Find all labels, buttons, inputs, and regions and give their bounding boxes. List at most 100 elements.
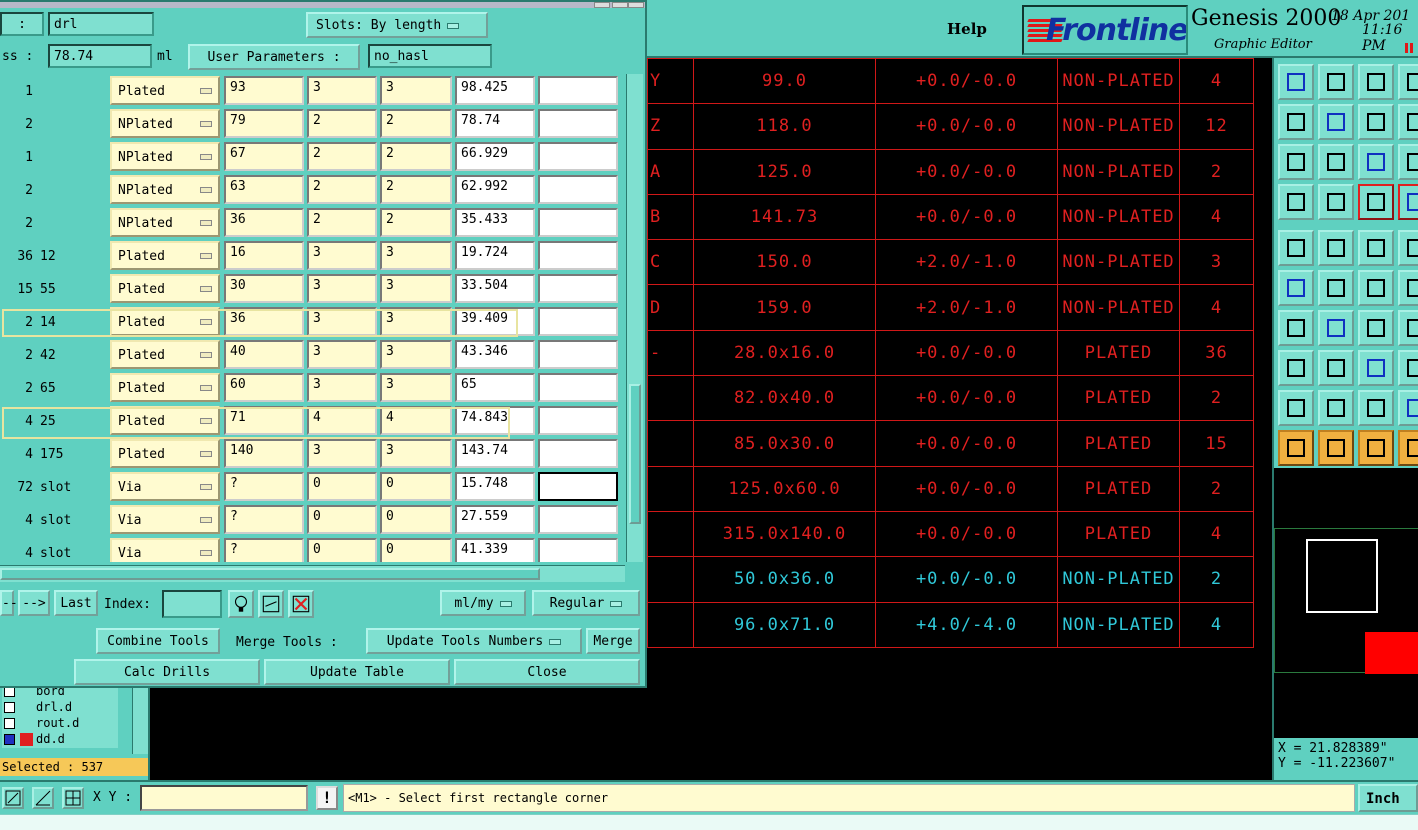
dialog-titlebar[interactable] bbox=[0, 2, 645, 8]
user-parameters-field[interactable]: no_hasl bbox=[368, 44, 492, 68]
rotate-icon[interactable] bbox=[1358, 104, 1394, 140]
tool-tol-minus-field[interactable]: 4 bbox=[380, 406, 452, 435]
tool-tol-plus-field[interactable]: 3 bbox=[307, 340, 377, 369]
swap-icon[interactable] bbox=[258, 590, 284, 618]
one-to-one-icon[interactable] bbox=[1358, 144, 1394, 180]
move-left-icon[interactable] bbox=[1278, 104, 1314, 140]
tool-drill-size-field[interactable]: 19.724 bbox=[455, 241, 535, 270]
xy-input[interactable] bbox=[140, 785, 308, 811]
tool-drill-size-field[interactable]: 74.843 bbox=[455, 406, 535, 435]
tool-type-dropdown[interactable]: Via bbox=[110, 472, 220, 501]
layer-down-icon[interactable] bbox=[1318, 64, 1354, 100]
tool-tol-minus-field[interactable]: 2 bbox=[380, 208, 452, 237]
tool-drill-size-field[interactable]: 98.425 bbox=[455, 76, 535, 105]
more-icon[interactable] bbox=[1398, 390, 1418, 426]
pointer-circle-icon[interactable] bbox=[1358, 430, 1394, 466]
scroll-thumb[interactable] bbox=[629, 384, 641, 524]
tool-tol-plus-field[interactable]: 2 bbox=[307, 109, 377, 138]
table-horizontal-scrollbar[interactable] bbox=[0, 565, 625, 582]
tool-tol-plus-field[interactable]: 3 bbox=[307, 439, 377, 468]
tool-type-dropdown[interactable]: Via bbox=[110, 505, 220, 534]
layer-checkbox[interactable] bbox=[4, 718, 15, 729]
tool-note-field[interactable] bbox=[538, 274, 618, 303]
tool-drill-size-field[interactable]: 66.929 bbox=[455, 142, 535, 171]
tool-type-dropdown[interactable]: NPlated bbox=[110, 175, 220, 204]
units-button[interactable]: Inch bbox=[1358, 784, 1418, 812]
pad-select-icon[interactable] bbox=[1278, 350, 1314, 386]
shape-icon[interactable] bbox=[1318, 230, 1354, 266]
tool-finish-field[interactable]: 36 bbox=[224, 208, 304, 237]
more-icon[interactable] bbox=[1398, 270, 1418, 306]
layer-item-active[interactable]: dd.d bbox=[2, 732, 118, 748]
tool-note-field[interactable] bbox=[538, 241, 618, 270]
tool-tol-minus-field[interactable]: 2 bbox=[380, 142, 452, 171]
tool-drill-size-field[interactable]: 27.559 bbox=[455, 505, 535, 534]
graphic-canvas[interactable]: Y 99.0 +0.0/-0.0 NON-PLATED 4 Z 118.0 +0.0/-0.0… bbox=[647, 57, 1272, 780]
tool-note-field[interactable] bbox=[538, 406, 618, 435]
mode-dropdown[interactable]: Regular bbox=[532, 590, 640, 616]
overview-view-rect[interactable] bbox=[1306, 539, 1378, 613]
more-icon[interactable] bbox=[1398, 64, 1418, 100]
tool-tol-minus-field[interactable]: 0 bbox=[380, 505, 452, 534]
execute-button[interactable]: ! bbox=[316, 786, 338, 810]
settings-icon[interactable] bbox=[1278, 184, 1314, 220]
tool-finish-field[interactable]: 40 bbox=[224, 340, 304, 369]
tool-tol-plus-field[interactable]: 3 bbox=[307, 373, 377, 402]
tool-tol-plus-field[interactable]: 2 bbox=[307, 142, 377, 171]
tool-note-field[interactable] bbox=[538, 439, 618, 468]
overview-panel[interactable] bbox=[1272, 468, 1418, 738]
tool-tol-minus-field[interactable]: 3 bbox=[380, 439, 452, 468]
tool-drill-size-field[interactable]: 33.504 bbox=[455, 274, 535, 303]
tool-drill-size-field[interactable]: 78.74 bbox=[455, 109, 535, 138]
connect-icon[interactable] bbox=[1278, 270, 1314, 306]
tool-tol-minus-field[interactable]: 0 bbox=[380, 538, 452, 562]
tool-tol-plus-field[interactable]: 3 bbox=[307, 241, 377, 270]
index-field[interactable] bbox=[162, 590, 222, 618]
tool-tol-plus-field[interactable]: 2 bbox=[307, 208, 377, 237]
tool-type-dropdown[interactable]: Plated bbox=[110, 76, 220, 105]
tool-type-dropdown[interactable]: Plated bbox=[110, 241, 220, 270]
tool-finish-field[interactable]: 36 bbox=[224, 307, 304, 336]
home-icon[interactable] bbox=[1358, 64, 1394, 100]
slots-dropdown[interactable]: Slots: By length bbox=[306, 12, 488, 38]
lamp-icon[interactable] bbox=[228, 590, 254, 618]
tool-tol-minus-field[interactable]: 3 bbox=[380, 76, 452, 105]
tool-tol-plus-field[interactable]: 0 bbox=[307, 505, 377, 534]
tool-note-field[interactable] bbox=[538, 340, 618, 369]
tool-finish-field[interactable]: 93 bbox=[224, 76, 304, 105]
more-icon[interactable] bbox=[1398, 350, 1418, 386]
measure-icon[interactable] bbox=[32, 787, 54, 809]
tool-drill-size-field[interactable]: 65 bbox=[455, 373, 535, 402]
help-menu[interactable]: Help bbox=[947, 20, 987, 38]
tool-type-dropdown[interactable]: NPlated bbox=[110, 142, 220, 171]
arc-icon[interactable] bbox=[1358, 310, 1394, 346]
a-shape-icon[interactable] bbox=[1318, 390, 1354, 426]
tool-note-field[interactable] bbox=[538, 373, 618, 402]
next-button[interactable]: --> bbox=[18, 590, 50, 616]
tool-type-dropdown[interactable]: Via bbox=[110, 538, 220, 562]
tool-finish-field[interactable]: ? bbox=[224, 538, 304, 562]
tool-note-field[interactable] bbox=[538, 538, 618, 562]
tool-tol-plus-field[interactable]: 2 bbox=[307, 175, 377, 204]
tool-tol-minus-field[interactable]: 3 bbox=[380, 340, 452, 369]
scroll-thumb[interactable] bbox=[0, 568, 540, 580]
tool-type-dropdown[interactable]: Plated bbox=[110, 373, 220, 402]
tool-drill-size-field[interactable]: 43.346 bbox=[455, 340, 535, 369]
tool-tol-minus-field[interactable]: 2 bbox=[380, 109, 452, 138]
delete-icon[interactable] bbox=[288, 590, 314, 618]
tool-note-field[interactable] bbox=[538, 472, 618, 501]
calc-drills-button[interactable]: Calc Drills bbox=[74, 659, 260, 685]
tool-finish-field[interactable]: 60 bbox=[224, 373, 304, 402]
thickness-field[interactable]: 78.74 bbox=[48, 44, 152, 68]
layer-item[interactable]: rout.d bbox=[2, 716, 118, 732]
tool-tol-plus-field[interactable]: 4 bbox=[307, 406, 377, 435]
merge-button[interactable]: Merge bbox=[586, 628, 640, 654]
help-icon[interactable] bbox=[1398, 144, 1418, 180]
tool-tol-plus-field[interactable]: 0 bbox=[307, 538, 377, 562]
tool-tol-minus-field[interactable]: 3 bbox=[380, 274, 452, 303]
tool-tol-plus-field[interactable]: 0 bbox=[307, 472, 377, 501]
tool-drill-size-field[interactable]: 143.74 bbox=[455, 439, 535, 468]
line-point-icon[interactable] bbox=[1358, 270, 1394, 306]
tool-note-field[interactable] bbox=[538, 307, 618, 336]
center-icon[interactable] bbox=[1318, 144, 1354, 180]
